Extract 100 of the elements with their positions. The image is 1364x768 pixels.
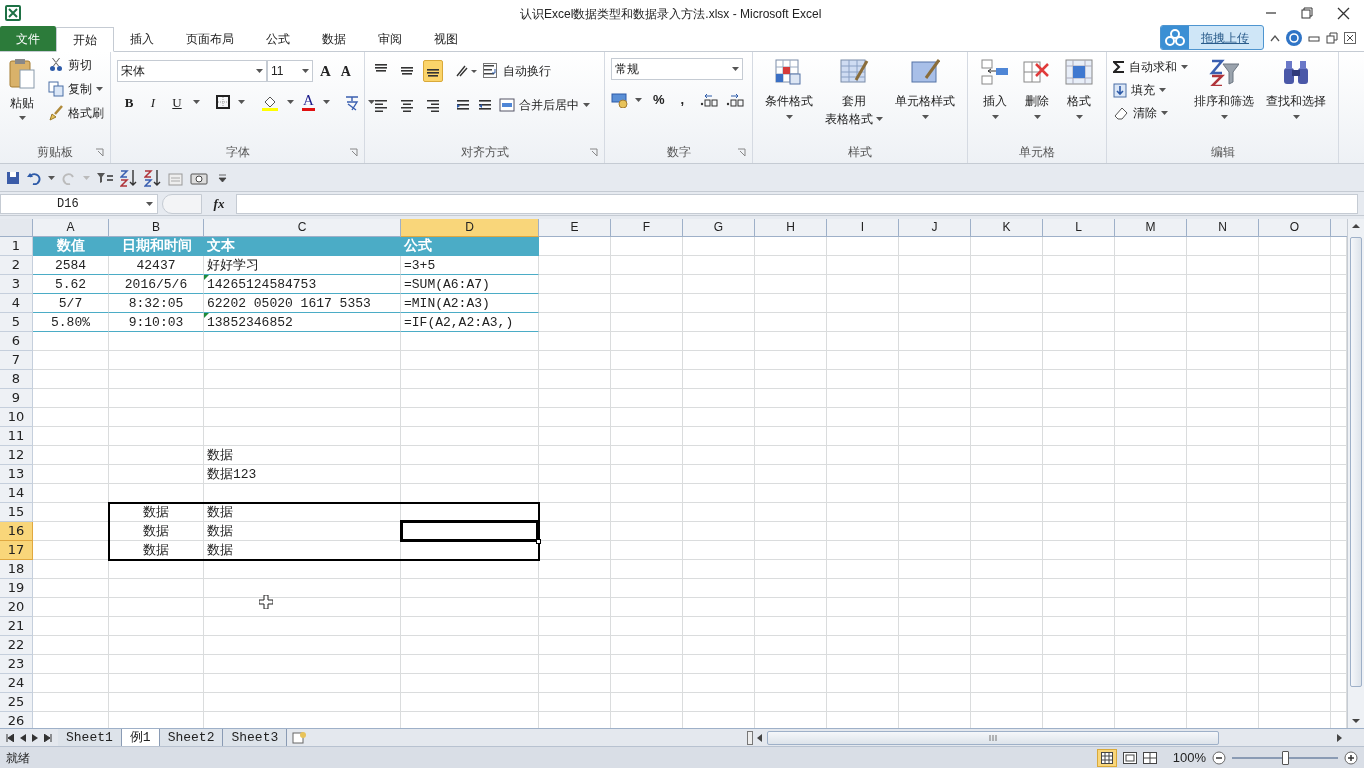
column-header[interactable]: I [827, 219, 899, 237]
ribbon-button[interactable]: 自动换行 [483, 60, 551, 82]
sheet-tab[interactable]: 例1 [121, 728, 160, 747]
ribbon-button[interactable]: 自动求和 [1113, 56, 1188, 78]
row-header[interactable]: 5 [0, 313, 33, 332]
caret-icon[interactable] [256, 69, 263, 74]
save-icon[interactable] [6, 170, 20, 185]
row-header[interactable]: 14 [0, 484, 33, 503]
caret-icon[interactable] [583, 103, 590, 107]
sheet-tab[interactable]: Sheet3 [223, 728, 288, 747]
row-header[interactable]: 1 [0, 237, 33, 256]
column-header[interactable]: C [204, 219, 401, 237]
border-icon[interactable] [216, 95, 230, 110]
column-header[interactable]: L [1043, 219, 1115, 237]
name-box[interactable]: D16 [0, 193, 158, 214]
row-header[interactable]: 22 [0, 636, 33, 655]
zoom-slider-thumb[interactable] [1281, 750, 1289, 765]
increase-decimal-icon[interactable] [699, 92, 720, 107]
underline-button[interactable]: U [169, 92, 185, 112]
row-header[interactable]: 24 [0, 674, 33, 693]
caret-icon[interactable] [96, 87, 103, 91]
dialog-launcher-icon[interactable] [95, 148, 104, 157]
ribbon-button[interactable]: 复制 [48, 78, 104, 100]
caret-icon[interactable] [238, 100, 245, 105]
sheet-tab[interactable]: Sheet2 [159, 728, 224, 747]
camera-icon[interactable] [190, 170, 208, 185]
shrink-font-button[interactable]: A [337, 60, 354, 82]
row-header[interactable]: 26 [0, 712, 33, 728]
caret-icon[interactable] [1033, 115, 1041, 119]
sort-ascending-icon[interactable] [120, 168, 138, 187]
collapse-ribbon-icon[interactable] [1270, 33, 1280, 42]
ribbon-button[interactable]: 填充 [1113, 79, 1188, 101]
caret-icon[interactable] [48, 175, 55, 180]
zoom-out-icon[interactable] [1212, 750, 1226, 765]
caret-icon[interactable] [1292, 115, 1300, 119]
ribbon-tab[interactable]: 页面布局 [170, 26, 250, 51]
row-header[interactable]: 19 [0, 579, 33, 598]
phonetic-icon[interactable] [343, 93, 360, 111]
bold-button[interactable]: B [121, 92, 137, 112]
close-icon[interactable] [1344, 31, 1356, 44]
page-layout-icon[interactable] [1122, 751, 1137, 764]
ribbon-tab[interactable]: 公式 [250, 26, 306, 51]
scroll-thumb[interactable] [767, 730, 1220, 745]
row-header[interactable]: 7 [0, 351, 33, 370]
caret-icon[interactable] [1159, 88, 1166, 92]
column-header[interactable]: D [401, 219, 539, 237]
number-format-button[interactable]: , [675, 90, 690, 110]
paste-button[interactable]: 粘贴 [6, 52, 38, 142]
ribbon-button[interactable]: 剪切 [48, 54, 104, 76]
decrease-indent-icon[interactable] [455, 97, 471, 113]
next-sheet-icon[interactable] [32, 733, 38, 742]
caret-icon[interactable] [302, 69, 309, 74]
normal-view-button[interactable] [1096, 748, 1117, 767]
row-header[interactable]: 13 [0, 465, 33, 484]
ribbon-tab[interactable]: 审阅 [362, 26, 418, 51]
font-name-field[interactable]: 宋体 [117, 60, 267, 83]
align-left-icon[interactable] [373, 97, 389, 113]
caret-icon[interactable] [193, 100, 200, 105]
sheet-tab[interactable]: Sheet1 [58, 728, 122, 747]
column-header[interactable]: A [33, 219, 109, 237]
caret-icon[interactable] [287, 100, 294, 105]
vertical-scrollbar[interactable] [1347, 219, 1364, 728]
row-header[interactable]: 4 [0, 294, 33, 313]
dialog-launcher-icon[interactable] [589, 148, 598, 157]
ribbon-tab[interactable]: 数据 [306, 26, 362, 51]
font-size-field[interactable]: 11 [267, 60, 313, 83]
ribbon-button[interactable]: 删除 [1016, 52, 1058, 140]
fill-handle[interactable] [536, 539, 541, 544]
row-header[interactable]: 20 [0, 598, 33, 617]
caret-icon[interactable] [146, 201, 153, 206]
restore-icon[interactable] [1326, 31, 1338, 44]
previous-sheet-icon[interactable] [20, 733, 26, 742]
number-format-button[interactable]: % [648, 90, 670, 110]
grow-font-button[interactable]: A [317, 60, 334, 83]
column-header[interactable]: B [109, 219, 204, 237]
caret-icon[interactable] [367, 100, 375, 105]
dialog-launcher-icon[interactable] [737, 148, 746, 157]
number-format-field[interactable]: 常规 [611, 58, 743, 80]
caret-icon[interactable] [635, 97, 642, 102]
customize-toolbar-icon[interactable] [218, 173, 227, 182]
scroll-thumb[interactable] [1350, 237, 1362, 687]
caret-icon[interactable] [732, 67, 739, 71]
row-header[interactable]: 18 [0, 560, 33, 579]
currency-icon[interactable] [611, 91, 629, 108]
caret-icon[interactable] [991, 115, 999, 119]
ribbon-button[interactable]: 清除 [1113, 102, 1188, 124]
caret-icon[interactable] [1075, 115, 1083, 119]
ribbon-button[interactable]: 排序和筛选 [1188, 52, 1260, 140]
column-header[interactable]: G [683, 219, 755, 237]
column-header[interactable]: F [611, 219, 683, 237]
row-header[interactable]: 17 [0, 541, 33, 560]
undo-icon[interactable] [26, 170, 42, 185]
upload-button[interactable]: 拖拽上传 [1160, 25, 1264, 50]
active-cell[interactable] [400, 520, 539, 542]
column-header[interactable]: N [1187, 219, 1259, 237]
ribbon-button[interactable]: 插入 [974, 52, 1016, 140]
ribbon-button[interactable]: 合并后居中 [499, 94, 590, 116]
dialog-launcher-icon[interactable] [349, 148, 358, 157]
ribbon-button[interactable]: 套用 表格格式 [819, 52, 889, 140]
file-tab[interactable]: 文件 [0, 26, 56, 51]
